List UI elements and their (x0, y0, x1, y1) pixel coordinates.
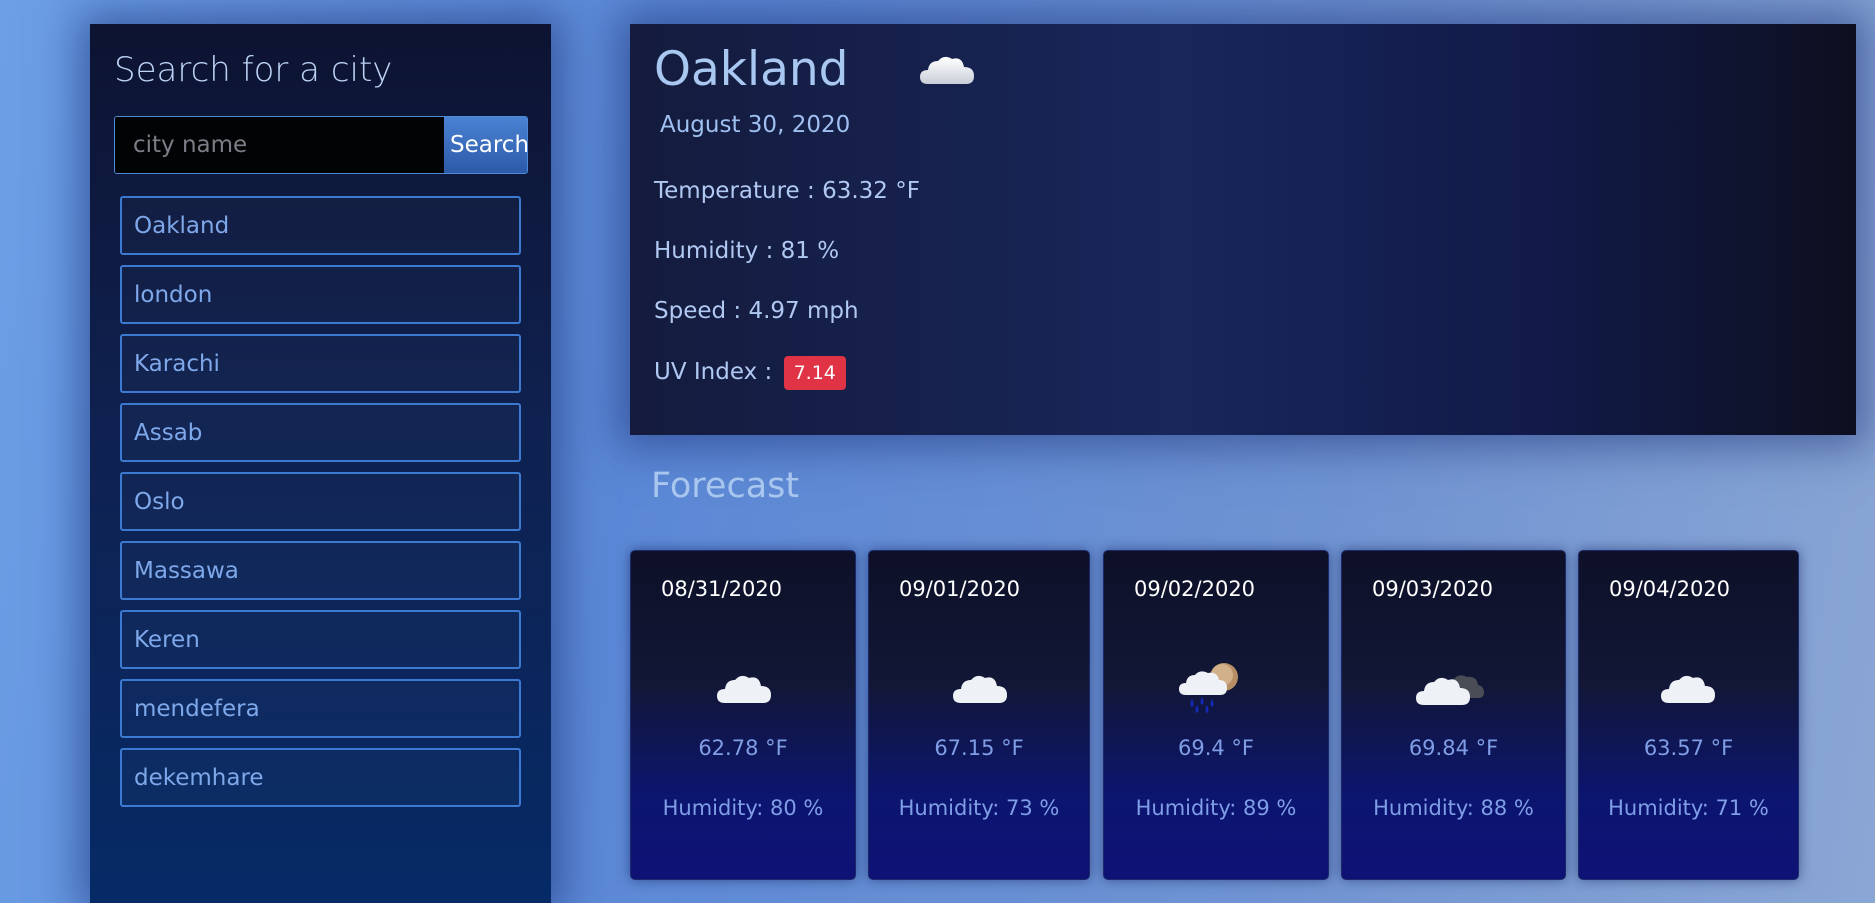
city-search-input[interactable] (115, 117, 444, 173)
forecast-humidity: Humidity: 88 % (1373, 796, 1534, 820)
city-history-item[interactable]: Karachi (120, 334, 521, 393)
forecast-card: 09/04/2020 63.57 °F Humidity: 71 % (1578, 550, 1799, 880)
search-title: Search for a city (114, 50, 393, 90)
cloud-icon (951, 669, 1009, 713)
search-form: Search (114, 116, 528, 174)
forecast-date: 09/02/2020 (1134, 577, 1256, 601)
forecast-temperature: 67.15 °F (934, 736, 1024, 760)
city-history-item[interactable]: Oakland (120, 196, 521, 255)
forecast-date: 09/03/2020 (1372, 577, 1494, 601)
search-button[interactable]: Search (444, 117, 527, 173)
current-wind-speed: Speed : 4.97 mph (654, 298, 859, 324)
forecast-date: 08/31/2020 (661, 577, 783, 601)
city-history-item[interactable]: Oslo (120, 472, 521, 531)
city-history-item[interactable]: london (120, 265, 521, 324)
cloud-icon (918, 50, 976, 94)
cloud-icon (715, 669, 773, 713)
sidebar: Search for a city Search Oakland london … (90, 24, 551, 903)
forecast-humidity: Humidity: 80 % (662, 796, 824, 820)
cloud-icon (1659, 669, 1717, 713)
forecast-date: 09/01/2020 (899, 577, 1021, 601)
current-temperature: Temperature : 63.32 °F (654, 178, 920, 204)
forecast-card: 09/02/2020 69.4 °F Humidity: 89 % (1103, 550, 1329, 880)
forecast-card: 09/01/2020 67.15 °F Humidity: 73 % (868, 550, 1090, 880)
city-history-list: Oakland london Karachi Assab Oslo Massaw… (120, 196, 521, 817)
city-history-item[interactable]: dekemhare (120, 748, 521, 807)
current-humidity: Humidity : 81 % (654, 238, 840, 264)
forecast-title: Forecast (651, 466, 800, 506)
forecast-temperature: 69.4 °F (1177, 736, 1254, 760)
current-city-name: Oakland (654, 42, 849, 97)
forecast-temperature: 69.84 °F (1408, 736, 1499, 760)
forecast-temperature: 63.57 °F (1643, 736, 1734, 760)
forecast-card: 09/03/2020 69.84 °F Humidity: 88 % (1341, 550, 1566, 880)
city-history-item[interactable]: Assab (120, 403, 521, 462)
forecast-temperature: 62.78 °F (698, 736, 788, 760)
forecast-humidity: Humidity: 73 % (898, 796, 1060, 820)
forecast-date: 09/04/2020 (1609, 577, 1731, 601)
current-weather-panel: Oakland August 30, 2020 Temperature : 63… (630, 24, 1856, 435)
city-history-item[interactable]: Massawa (120, 541, 521, 600)
cloud-dark-cloud-icon (1414, 667, 1484, 715)
forecast-humidity: Humidity: 89 % (1135, 796, 1297, 820)
city-history-item[interactable]: mendefera (120, 679, 521, 738)
uv-index-badge: 7.14 (783, 356, 846, 390)
rain-cloud-sun-icon (1178, 659, 1242, 719)
city-history-item[interactable]: Keren (120, 610, 521, 669)
current-date: August 30, 2020 (660, 112, 851, 138)
uv-index-label: UV Index : (654, 359, 773, 385)
forecast-humidity: Humidity: 71 % (1608, 796, 1769, 820)
forecast-card: 08/31/2020 62.78 °F Humidity: 80 % (630, 550, 856, 880)
current-uv-index: UV Index : 7.14 (654, 356, 846, 390)
